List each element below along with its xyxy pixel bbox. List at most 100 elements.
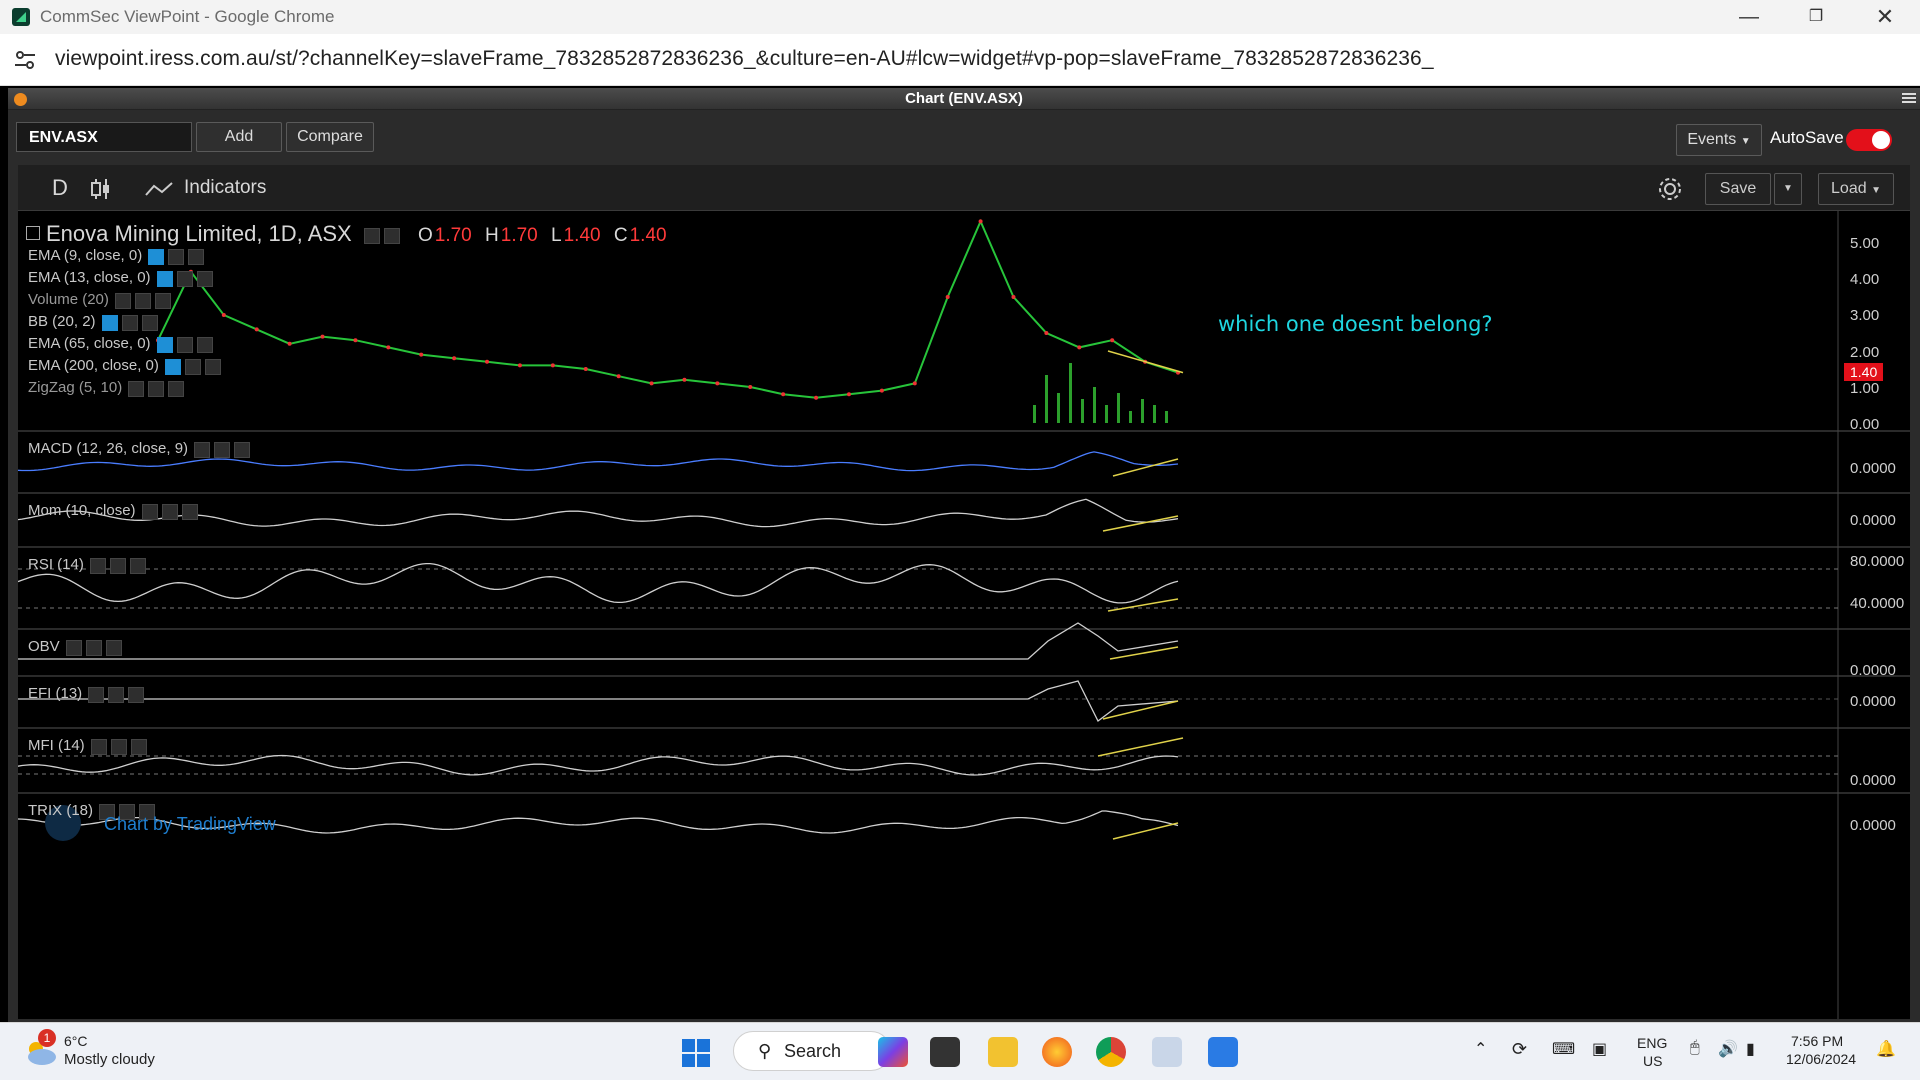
study-ema-65[interactable]: EMA (65, close, 0) bbox=[28, 335, 217, 353]
taskbar-search[interactable]: ⚲ Search bbox=[733, 1031, 891, 1071]
firefox-icon[interactable] bbox=[1042, 1037, 1072, 1067]
settings-icon[interactable] bbox=[134, 292, 151, 309]
pane-label-macd[interactable]: MACD (12, 26, close, 9) bbox=[28, 440, 254, 458]
settings-icon[interactable] bbox=[383, 228, 400, 245]
remove-icon[interactable] bbox=[181, 503, 198, 520]
collapse-legend-icon[interactable] bbox=[26, 226, 40, 241]
chart-area[interactable]: Enova Mining Limited, 1D, ASX O 1.70 H 1.7… bbox=[18, 211, 1910, 1019]
eye-icon[interactable] bbox=[194, 441, 211, 458]
study-bb[interactable]: BB (20, 2) bbox=[28, 313, 162, 331]
close-icon[interactable]: ✕ bbox=[1856, 0, 1914, 34]
settings-icon[interactable] bbox=[85, 639, 102, 656]
settings-icon[interactable] bbox=[214, 441, 231, 458]
study-ema-200[interactable]: EMA (200, close, 0) bbox=[28, 357, 225, 375]
weather-desc[interactable]: Mostly cloudy bbox=[64, 1051, 155, 1068]
eye-icon[interactable] bbox=[156, 336, 173, 353]
eye-icon[interactable] bbox=[114, 292, 131, 309]
symbol-input[interactable]: ENV.ASX bbox=[16, 122, 192, 152]
copilot-icon[interactable] bbox=[878, 1037, 908, 1067]
settings-icon[interactable] bbox=[176, 336, 193, 353]
remove-icon[interactable] bbox=[196, 336, 213, 353]
chart-canvas[interactable] bbox=[18, 211, 1910, 1019]
eye-icon[interactable] bbox=[141, 503, 158, 520]
compare-button[interactable]: Compare bbox=[286, 122, 374, 152]
study-volume[interactable]: Volume (20) bbox=[28, 291, 175, 309]
settings-icon[interactable] bbox=[168, 248, 185, 265]
weather-temp[interactable]: 6°C bbox=[64, 1033, 88, 1049]
eye-icon[interactable] bbox=[89, 557, 106, 574]
remove-icon[interactable] bbox=[154, 292, 171, 309]
task-view-icon[interactable] bbox=[930, 1037, 960, 1067]
study-ema-9[interactable]: EMA (9, close, 0) bbox=[28, 247, 208, 265]
annotation-text[interactable]: which one doesnt belong? bbox=[1218, 312, 1493, 336]
settings-icon[interactable] bbox=[184, 358, 201, 375]
eye-icon[interactable] bbox=[363, 228, 380, 245]
notification-bell-icon[interactable]: 🔔 bbox=[1876, 1039, 1896, 1059]
settings-icon[interactable] bbox=[108, 686, 125, 703]
snipping-tool-icon[interactable] bbox=[1152, 1037, 1182, 1067]
eye-icon[interactable] bbox=[90, 738, 107, 755]
network-icon[interactable]: 🖱 bbox=[1690, 1039, 1700, 1057]
candles-icon[interactable] bbox=[90, 178, 112, 200]
remove-icon[interactable] bbox=[168, 380, 185, 397]
autosave-toggle[interactable] bbox=[1846, 129, 1892, 151]
remove-icon[interactable] bbox=[129, 557, 146, 574]
battery-icon[interactable]: ▮ bbox=[1746, 1039, 1755, 1059]
remove-icon[interactable] bbox=[130, 738, 147, 755]
keyboard-icon[interactable]: ⌨ bbox=[1552, 1039, 1575, 1059]
eye-icon[interactable] bbox=[65, 639, 82, 656]
eye-icon[interactable] bbox=[128, 380, 145, 397]
chrome-icon[interactable] bbox=[1096, 1037, 1126, 1067]
settings-icon[interactable] bbox=[148, 380, 165, 397]
hamburger-menu-icon[interactable] bbox=[1902, 91, 1916, 105]
language-bottom[interactable]: US bbox=[1643, 1053, 1662, 1069]
pane-label-rsi[interactable]: RSI (14) bbox=[28, 556, 150, 574]
site-info-icon[interactable] bbox=[14, 50, 36, 70]
load-dropdown[interactable]: Load ▼ bbox=[1818, 173, 1894, 205]
restore-icon[interactable]: ❐ bbox=[1787, 0, 1845, 34]
minimize-icon[interactable]: — bbox=[1720, 0, 1778, 34]
remove-icon[interactable] bbox=[204, 358, 221, 375]
volume-icon[interactable]: 🔊 bbox=[1718, 1039, 1738, 1059]
settings-icon[interactable] bbox=[109, 557, 126, 574]
pane-label-mom[interactable]: Mom (10, close) bbox=[28, 502, 202, 520]
eye-icon[interactable] bbox=[164, 358, 181, 375]
gear-icon[interactable] bbox=[1656, 175, 1684, 203]
tray-chevron-up-icon[interactable]: ⌃ bbox=[1474, 1039, 1487, 1059]
remove-icon[interactable] bbox=[105, 639, 122, 656]
study-zigzag[interactable]: ZigZag (5, 10) bbox=[28, 379, 188, 397]
study-ema-13[interactable]: EMA (13, close, 0) bbox=[28, 269, 217, 287]
settings-icon[interactable] bbox=[176, 270, 193, 287]
address-bar[interactable]: viewpoint.iress.com.au/st/?channelKey=sl… bbox=[0, 34, 1920, 86]
language-top[interactable]: ENG bbox=[1637, 1035, 1667, 1051]
pane-label-efi[interactable]: EFI (13) bbox=[28, 685, 148, 703]
remove-icon[interactable] bbox=[141, 314, 158, 331]
pane-label-obv[interactable]: OBV bbox=[28, 638, 126, 656]
clock-time[interactable]: 7:56 PM bbox=[1791, 1033, 1843, 1049]
save-button[interactable]: Save bbox=[1705, 173, 1771, 205]
display-icon[interactable]: ▣ bbox=[1592, 1039, 1607, 1059]
remove-icon[interactable] bbox=[234, 441, 251, 458]
remove-icon[interactable] bbox=[128, 686, 145, 703]
remove-icon[interactable] bbox=[188, 248, 205, 265]
events-dropdown[interactable]: Events ▼ bbox=[1676, 124, 1762, 156]
indicators-icon[interactable] bbox=[145, 181, 173, 197]
file-explorer-icon[interactable] bbox=[988, 1037, 1018, 1067]
eye-icon[interactable] bbox=[148, 248, 165, 265]
photos-icon[interactable] bbox=[1208, 1037, 1238, 1067]
indicators-button[interactable]: Indicators bbox=[184, 165, 266, 211]
sync-icon[interactable]: ⟳ bbox=[1512, 1039, 1527, 1060]
settings-icon[interactable] bbox=[110, 738, 127, 755]
add-button[interactable]: Add bbox=[196, 122, 282, 152]
settings-icon[interactable] bbox=[121, 314, 138, 331]
eye-icon[interactable] bbox=[101, 314, 118, 331]
interval-button[interactable]: D bbox=[52, 165, 68, 211]
tradingview-watermark[interactable]: Chart by TradingView bbox=[104, 814, 276, 835]
settings-icon[interactable] bbox=[161, 503, 178, 520]
eye-icon[interactable] bbox=[88, 686, 105, 703]
eye-icon[interactable] bbox=[156, 270, 173, 287]
pane-label-mfi[interactable]: MFI (14) bbox=[28, 737, 151, 755]
clock-date[interactable]: 12/06/2024 bbox=[1786, 1051, 1856, 1067]
remove-icon[interactable] bbox=[196, 270, 213, 287]
save-dropdown-chevron-icon[interactable]: ▼ bbox=[1774, 173, 1802, 205]
